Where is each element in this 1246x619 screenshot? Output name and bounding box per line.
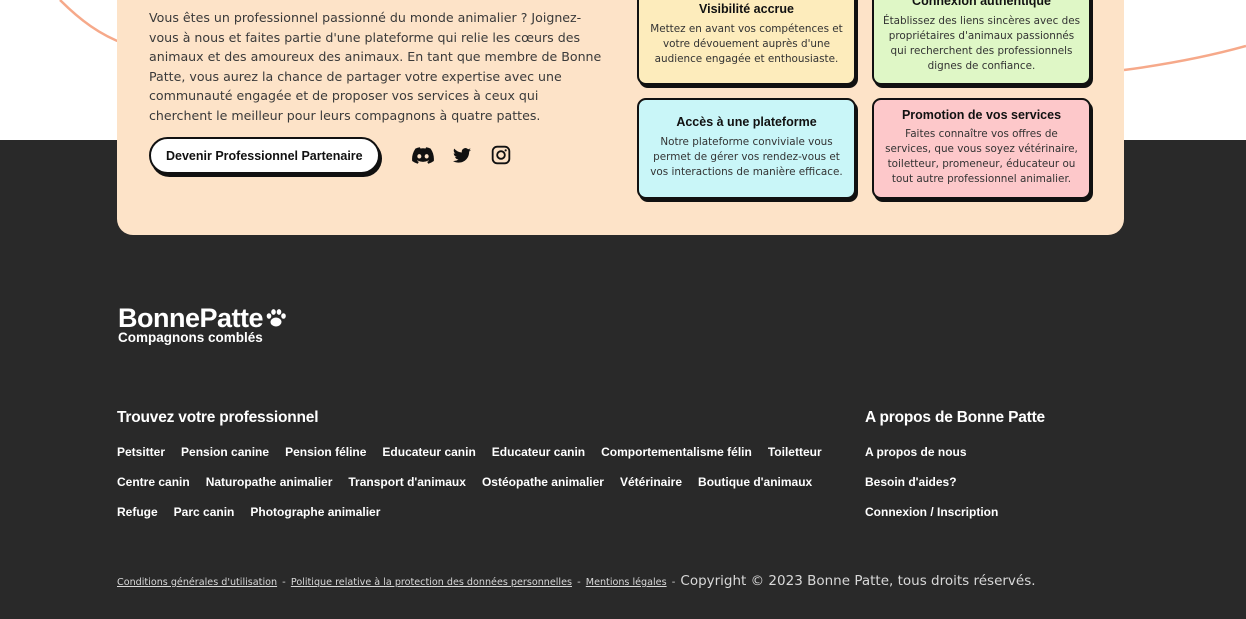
twitter-icon[interactable] — [450, 144, 473, 166]
instagram-icon[interactable] — [489, 144, 512, 166]
feature-title: Promotion de vos services — [901, 108, 1062, 122]
feature-description: Faites connaître vos offres de services,… — [885, 128, 1078, 185]
footer-link[interactable]: Transport d'animaux — [348, 475, 466, 489]
footer-link[interactable]: Comportementalisme félin — [601, 445, 752, 459]
logo-tagline: Compagnons comblés — [118, 330, 263, 345]
legal-separator: - — [577, 577, 581, 588]
legal-separator: - — [671, 577, 676, 588]
footer-link[interactable]: Pension canine — [181, 445, 269, 459]
footer-link[interactable]: Educateur canin — [492, 445, 585, 459]
help-link[interactable]: Besoin d'aides? — [865, 475, 957, 489]
legal-notices-link[interactable]: Mentions légales — [586, 577, 667, 588]
feature-title: Visibilité accrue — [699, 2, 794, 16]
feature-card-connection: Connexion authentique Établissez des lie… — [872, 0, 1091, 85]
legal-bar: Conditions générales d'utilisation - Pol… — [117, 570, 1036, 589]
footer-link[interactable]: Refuge — [117, 505, 158, 519]
become-partner-button[interactable]: Devenir Professionnel Partenaire — [149, 137, 380, 174]
social-links — [411, 144, 512, 166]
feature-description: Notre plateforme conviviale vous permet … — [650, 136, 843, 178]
footer-link[interactable]: Parc canin — [174, 505, 235, 519]
login-signup-link[interactable]: Connexion / Inscription — [865, 505, 998, 519]
footer-link[interactable]: Petsitter — [117, 445, 165, 459]
copyright-text: Copyright © 2023 Bonne Patte, tous droit… — [680, 573, 1036, 589]
footer-link[interactable]: Photographe animalier — [250, 505, 380, 519]
about-title: A propos de Bonne Patte — [865, 409, 1045, 426]
footer-link[interactable]: Centre canin — [117, 475, 190, 489]
footer-link[interactable]: Ostéopathe animalier — [482, 475, 604, 489]
footer-link[interactable]: Educateur canin — [382, 445, 475, 459]
partner-intro-text: Vous êtes un professionnel passionné du … — [149, 10, 602, 123]
feature-description: Établissez des liens sincères avec des p… — [883, 15, 1080, 72]
footer-link[interactable]: Boutique d'animaux — [698, 475, 812, 489]
partner-panel: Vous êtes un professionnel passionné du … — [117, 0, 1124, 235]
feature-description: Mettez en avant vos compétences et votre… — [650, 23, 843, 65]
terms-link[interactable]: Conditions générales d'utilisation — [117, 577, 277, 588]
footer-link[interactable]: Toiletteur — [768, 445, 822, 459]
discord-icon[interactable] — [411, 144, 434, 166]
privacy-policy-link[interactable]: Politique relative à la protection des d… — [291, 577, 572, 588]
footer-link[interactable]: Pension féline — [285, 445, 366, 459]
professional-links-row: Petsitter Pension canine Pension féline … — [117, 445, 822, 459]
legal-separator: - — [282, 577, 286, 588]
professional-links-row: Centre canin Naturopathe animalier Trans… — [117, 475, 812, 489]
feature-title: Accès à une plateforme — [676, 115, 817, 129]
footer-link[interactable]: Vétérinaire — [620, 475, 682, 489]
logo-wordmark: BonnePatte — [118, 303, 264, 333]
about-us-link[interactable]: A propos de nous — [865, 445, 967, 459]
footer-logo[interactable]: BonnePatte Compagnons comblés — [118, 303, 288, 345]
find-professional-title: Trouvez votre professionnel — [117, 409, 319, 426]
feature-title: Connexion authentique — [912, 0, 1051, 8]
feature-card-platform: Accès à une plateforme Notre plateforme … — [637, 98, 856, 199]
footer-link[interactable]: Naturopathe animalier — [206, 475, 333, 489]
paw-icon — [266, 309, 286, 327]
professional-links-row: Refuge Parc canin Photographe animalier — [117, 505, 380, 519]
feature-card-visibility: Visibilité accrue Mettez en avant vos co… — [637, 0, 856, 85]
feature-card-promotion: Promotion de vos services Faites connaît… — [872, 98, 1091, 199]
